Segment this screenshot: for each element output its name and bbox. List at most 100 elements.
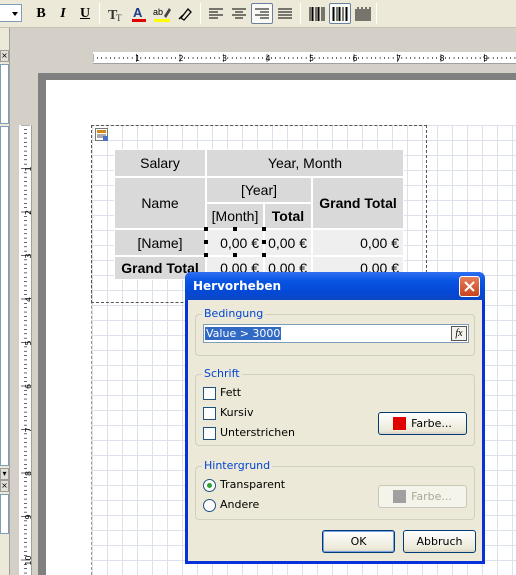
ruler-number: 4 bbox=[266, 54, 271, 63]
crosstab-value-cell[interactable]: 0,00 € bbox=[312, 229, 404, 256]
condition-input[interactable]: Value > 3000 fx bbox=[203, 324, 469, 343]
font-color-icon[interactable]: A bbox=[128, 3, 150, 24]
selection-handle[interactable] bbox=[204, 240, 208, 244]
selection-handle[interactable] bbox=[262, 240, 266, 244]
cancel-button[interactable]: Abbruch bbox=[403, 530, 476, 553]
ruler-number: 2 bbox=[24, 210, 32, 215]
ruler-number: 4 bbox=[24, 297, 32, 302]
scroll-down-icon[interactable]: ▾ bbox=[0, 468, 9, 480]
crosstab-total-header[interactable]: Total bbox=[264, 203, 312, 229]
close-icon bbox=[464, 281, 475, 292]
highlight-dialog: Hervorheben Bedingung Value > 3000 fx Sc… bbox=[185, 272, 485, 564]
selection-handle[interactable] bbox=[262, 253, 266, 257]
selection-handle[interactable] bbox=[204, 227, 208, 231]
ruler-number: 6 bbox=[353, 54, 358, 63]
other-radio[interactable] bbox=[203, 499, 216, 512]
align-left-icon[interactable] bbox=[205, 3, 227, 24]
ruler-number: 2 bbox=[179, 54, 184, 63]
underline-label: U bbox=[79, 5, 91, 21]
bold-label: B bbox=[36, 5, 46, 21]
font-group: Schrift Fett Kursiv Unterstrichen Farbe.… bbox=[195, 367, 475, 446]
selection-handle[interactable] bbox=[233, 227, 237, 231]
bold-checkbox[interactable] bbox=[203, 387, 216, 400]
highlight-color-icon[interactable]: ab bbox=[151, 3, 173, 24]
ok-button-label: OK bbox=[350, 535, 367, 548]
ruler-number: 6 bbox=[24, 384, 32, 389]
clear-format-icon[interactable] bbox=[174, 3, 196, 24]
selection-handle[interactable] bbox=[262, 227, 266, 231]
underline-button[interactable]: U bbox=[74, 3, 96, 24]
fx-icon: fx bbox=[455, 328, 463, 339]
ruler-number: 1 bbox=[135, 54, 140, 63]
condition-value: Value > 3000 bbox=[205, 327, 282, 340]
text-style-icon[interactable]: TT bbox=[105, 3, 127, 24]
italic-button[interactable]: I bbox=[52, 3, 74, 24]
background-color-button-label: Farbe... bbox=[411, 490, 452, 503]
crosstab-month-header[interactable]: [Month] bbox=[206, 203, 264, 229]
close-button[interactable] bbox=[459, 276, 480, 297]
close-icon[interactable]: × bbox=[0, 50, 9, 62]
underline-checkbox[interactable] bbox=[203, 427, 216, 440]
italic-label: I bbox=[60, 5, 66, 21]
band-settings-icon[interactable] bbox=[95, 128, 109, 142]
side-panel[interactable] bbox=[0, 494, 9, 534]
crosstab-year-header[interactable]: [Year] bbox=[206, 177, 312, 203]
italic-checkbox-label: Kursiv bbox=[220, 406, 254, 419]
toolbar-separator bbox=[376, 3, 377, 24]
justify-icon[interactable] bbox=[274, 3, 296, 24]
font-group-label: Schrift bbox=[202, 367, 242, 380]
ruler-number: 8 bbox=[440, 54, 445, 63]
crosstab-value-cell[interactable]: 0,00 € bbox=[206, 229, 264, 256]
ruler-number: 9 bbox=[483, 54, 488, 63]
font-color-button[interactable]: Farbe... bbox=[378, 412, 467, 435]
side-panel[interactable] bbox=[0, 64, 9, 124]
ruler-number: 7 bbox=[24, 427, 32, 432]
ruler-number: 5 bbox=[24, 340, 32, 345]
ruler-number: 1 bbox=[24, 166, 32, 171]
crosstab-corner-cell[interactable]: Salary bbox=[114, 149, 206, 177]
ruler-number: 10 bbox=[24, 555, 32, 565]
condition-group-label: Bedingung bbox=[202, 307, 266, 320]
formula-button[interactable]: fx bbox=[451, 326, 467, 341]
transparent-radio[interactable] bbox=[203, 479, 216, 492]
transparent-radio-label: Transparent bbox=[220, 478, 286, 491]
dialog-titlebar[interactable]: Hervorheben bbox=[185, 272, 485, 300]
crosstab-value-cell[interactable]: 0,00 € bbox=[264, 229, 312, 256]
cancel-button-label: Abbruch bbox=[416, 535, 463, 548]
svg-text:ab: ab bbox=[153, 7, 163, 17]
background-group: Hintergrund Transparent Andere Farbe... bbox=[195, 459, 475, 520]
ruler-number: 3 bbox=[24, 253, 32, 258]
close-icon[interactable]: × bbox=[0, 480, 9, 492]
toolbar-separator bbox=[200, 3, 201, 24]
crosstab-column-header[interactable]: Year, Month bbox=[206, 149, 404, 177]
svg-text:T: T bbox=[116, 13, 122, 22]
ok-button[interactable]: OK bbox=[322, 530, 395, 553]
barcode-icon[interactable] bbox=[306, 3, 328, 24]
selection-handle[interactable] bbox=[233, 253, 237, 257]
ruler-number: 9 bbox=[24, 514, 32, 519]
dialog-title: Hervorheben bbox=[193, 279, 282, 293]
barcode-3-icon[interactable] bbox=[352, 3, 374, 24]
bold-button[interactable]: B bbox=[30, 3, 52, 24]
font-size-combo[interactable] bbox=[0, 4, 22, 22]
bold-checkbox-label: Fett bbox=[220, 386, 242, 399]
side-panel[interactable] bbox=[0, 126, 9, 466]
crosstab-grand-total-header[interactable]: Grand Total bbox=[312, 177, 404, 229]
ruler-number: 7 bbox=[396, 54, 401, 63]
toolbar-separator bbox=[300, 3, 301, 24]
background-color-button[interactable]: Farbe... bbox=[378, 485, 467, 508]
barcode-2-icon[interactable] bbox=[329, 3, 351, 24]
ruler-number: 8 bbox=[24, 471, 32, 476]
align-right-icon[interactable] bbox=[251, 3, 273, 24]
align-center-icon[interactable] bbox=[228, 3, 250, 24]
format-toolbar: B I U TT A ab bbox=[0, 0, 516, 28]
background-group-label: Hintergrund bbox=[202, 459, 273, 472]
ruler-number: 3 bbox=[222, 54, 227, 63]
background-color-swatch bbox=[393, 490, 407, 503]
ruler-number: 5 bbox=[309, 54, 314, 63]
selection-handle[interactable] bbox=[204, 253, 208, 257]
italic-checkbox[interactable] bbox=[203, 407, 216, 420]
crosstab-name-cell[interactable]: [Name] bbox=[114, 229, 206, 256]
crosstab-row-header[interactable]: Name bbox=[114, 177, 206, 229]
vertical-ruler: 1 2 3 4 5 6 7 8 9 10 bbox=[19, 125, 32, 575]
